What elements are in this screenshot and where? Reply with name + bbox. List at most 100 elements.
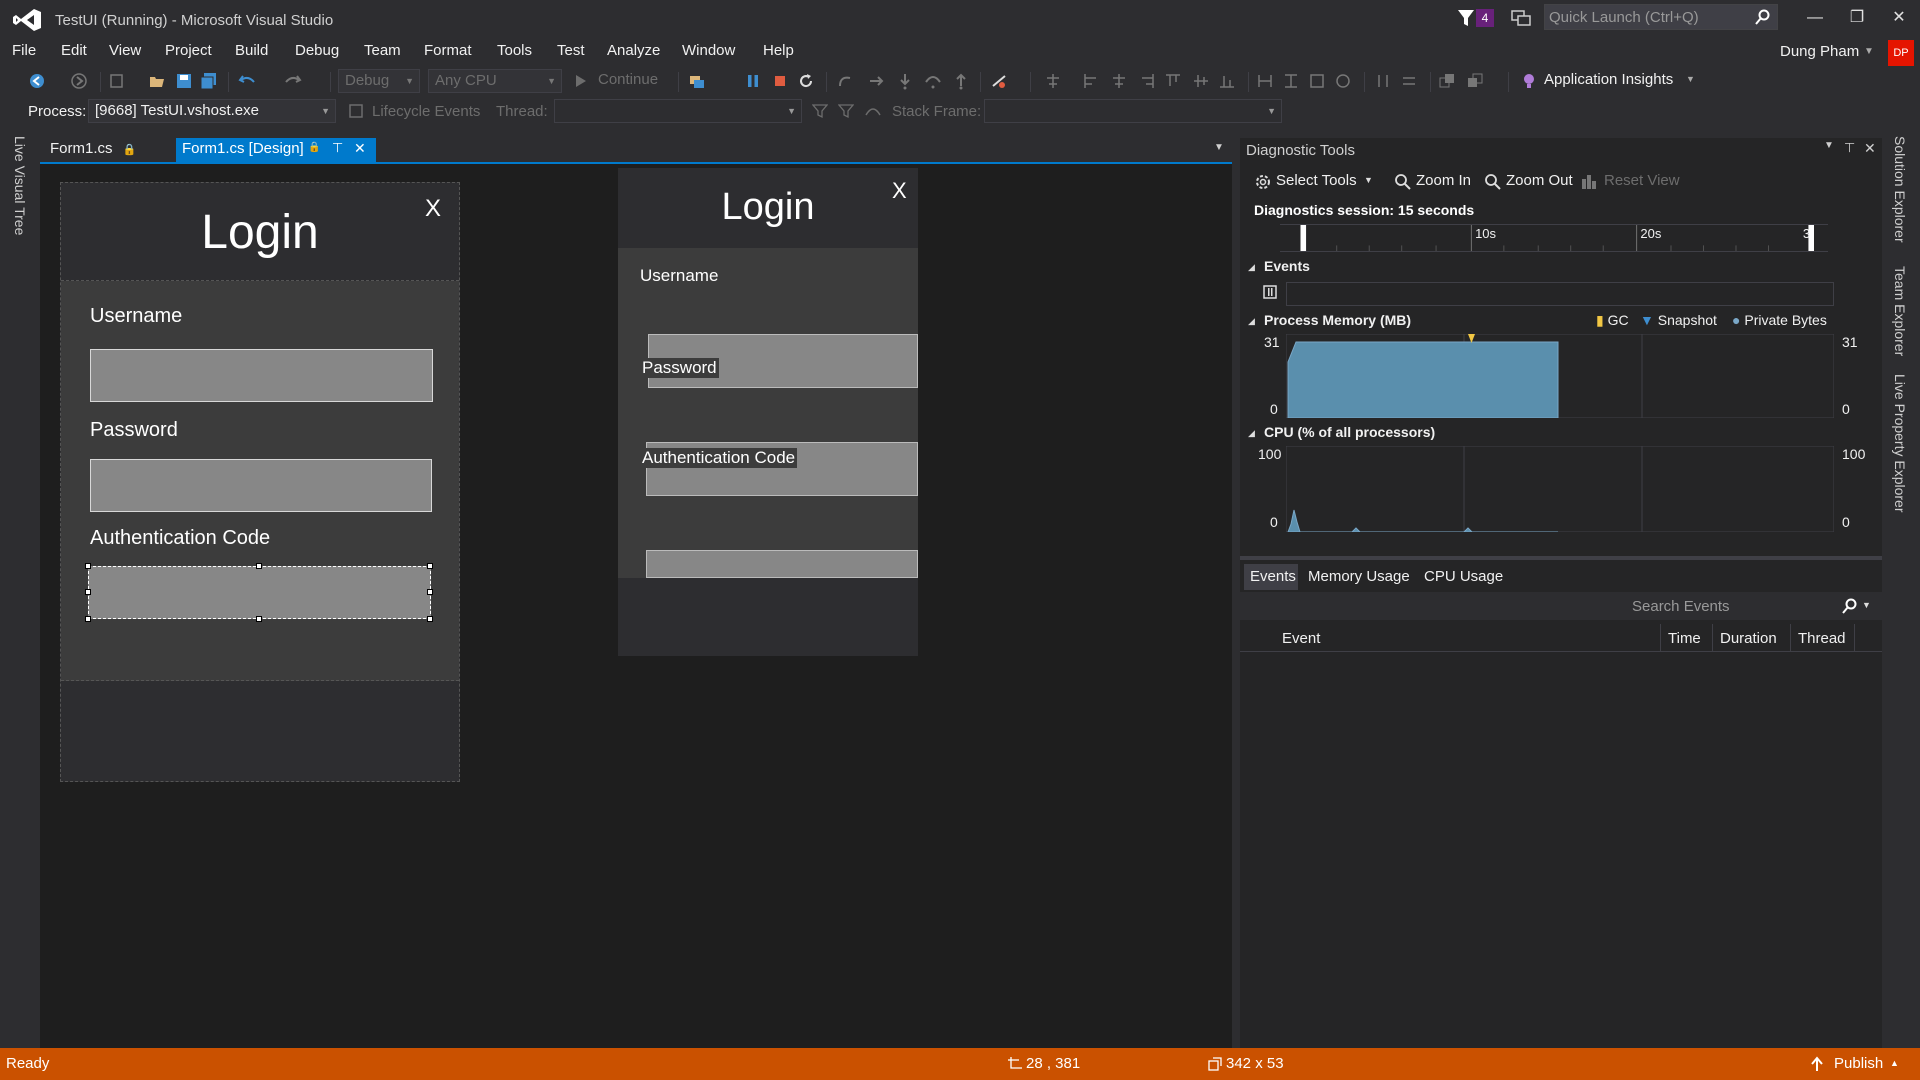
align-middles-icon[interactable] [1192,72,1210,90]
lightbulb-icon[interactable] [1520,72,1538,90]
align-centers-icon[interactable] [1110,72,1128,90]
panel-splitter[interactable] [1240,556,1882,560]
pin-icon[interactable]: ⊤ [332,140,343,156]
close-tab-icon[interactable]: ✕ [354,140,366,157]
publish-button[interactable]: Publish [1834,1055,1883,1072]
reset-view-button[interactable]: Reset View [1604,172,1680,189]
menu-format[interactable]: Format [424,42,472,59]
save-all-icon[interactable] [200,72,218,90]
menu-build[interactable]: Build [235,42,268,59]
process-select[interactable]: [9668] TestUI.vshost.exe ▼ [88,99,336,123]
resize-handle[interactable] [427,616,433,622]
auth-code-field[interactable] [646,550,918,578]
solution-explorer-tab[interactable]: Solution Explorer [1892,136,1908,243]
pin-icon[interactable]: ⊤ [1844,140,1855,156]
live-visual-tree-tab[interactable]: Live Visual Tree [12,136,28,235]
column-thread[interactable]: Thread [1798,630,1846,647]
navigate-forward-icon[interactable] [70,72,88,90]
align-center-icon[interactable] [1044,72,1062,90]
collapse-icon[interactable]: ◢ [1248,428,1255,439]
select-tools-button[interactable]: Select Tools [1276,172,1357,189]
play-icon[interactable] [572,72,590,90]
resize-handle[interactable] [85,589,91,595]
chevron-down-icon[interactable]: ▼ [1862,600,1871,610]
minimize-button[interactable]: — [1800,6,1830,30]
menu-edit[interactable]: Edit [61,42,87,59]
column-divider[interactable] [1712,624,1713,652]
lifecycle-events-icon[interactable] [348,103,364,119]
auth-code-field-selected[interactable] [88,566,431,619]
align-bottoms-icon[interactable] [1218,72,1236,90]
column-divider[interactable] [1660,624,1661,652]
column-time[interactable]: Time [1668,630,1701,647]
configuration-select[interactable]: Debug ▼ [338,69,420,93]
chevron-down-icon[interactable]: ▼ [1864,46,1874,57]
flag-threads-icon[interactable] [838,103,854,119]
pause-icon[interactable] [1262,284,1278,300]
notification-count-badge[interactable]: 4 [1476,9,1494,27]
stack-frame-select[interactable]: ▼ [984,99,1282,123]
step-over-arrow-icon[interactable] [868,72,886,90]
quick-launch-input[interactable]: Quick Launch (Ctrl+Q) [1544,4,1778,30]
column-event[interactable]: Event [1282,630,1320,647]
cpu-usage-graph[interactable] [1286,446,1834,532]
debug-target-icon[interactable] [688,72,706,90]
platform-select[interactable]: Any CPU ▼ [428,69,562,93]
avatar[interactable]: DP [1888,40,1914,66]
zoom-out-button[interactable]: Zoom Out [1506,172,1573,189]
arrow-up-icon[interactable] [1810,1056,1824,1072]
chevron-up-icon[interactable]: ▲ [1890,1058,1899,1068]
align-rights-icon[interactable] [1138,72,1156,90]
login-form-designer[interactable]: Login X Username Password Authentication… [60,182,460,782]
restore-button[interactable]: ❐ [1842,6,1872,30]
undo-icon[interactable] [238,72,256,90]
chevron-down-icon[interactable]: ▼ [1686,74,1695,84]
team-explorer-tab[interactable]: Team Explorer [1892,266,1908,356]
feedback-icon[interactable] [1510,8,1532,28]
menu-window[interactable]: Window [682,42,735,59]
menu-project[interactable]: Project [165,42,212,59]
make-same-width-icon[interactable] [1256,72,1274,90]
user-name[interactable]: Dung Pham [1780,43,1859,60]
form-header-panel[interactable]: Login X [61,183,459,281]
resize-handle[interactable] [85,563,91,569]
bring-to-front-icon[interactable] [1438,72,1456,90]
open-file-icon[interactable] [148,72,166,90]
step-over-icon[interactable] [924,72,942,90]
pause-icon[interactable] [744,72,762,90]
resize-handle[interactable] [427,589,433,595]
form-body-panel[interactable]: Username Password Authentication Code [61,281,459,681]
session-timeline[interactable]: 10s 20s 3 [1280,224,1828,252]
tab-form1-design[interactable]: Form1.cs [Design] 🔒 ⊤ ✕ [176,138,376,162]
tab-cpu-usage[interactable]: CPU Usage [1424,568,1503,585]
collapse-icon[interactable]: ◢ [1248,262,1255,273]
column-divider[interactable] [1854,624,1855,652]
align-lefts-icon[interactable] [1082,72,1100,90]
resize-handle[interactable] [256,563,262,569]
tab-form1-cs[interactable]: Form1.cs 🔒 [44,138,142,162]
save-icon[interactable] [175,72,193,90]
resize-handle[interactable] [427,563,433,569]
make-same-size-icon[interactable] [1308,72,1326,90]
resize-handle[interactable] [85,616,91,622]
align-tops-icon[interactable] [1164,72,1182,90]
size-to-grid-icon[interactable] [1334,72,1352,90]
continue-button[interactable]: Continue [598,71,658,88]
events-track[interactable] [1286,282,1834,306]
vertical-spacing-icon[interactable] [1400,72,1418,90]
live-property-explorer-tab[interactable]: Live Property Explorer [1892,374,1908,513]
column-duration[interactable]: Duration [1720,630,1777,647]
reset-view-icon[interactable] [1580,173,1598,191]
redo-icon[interactable] [284,72,302,90]
form-title[interactable]: Login [61,205,459,260]
process-memory-graph[interactable] [1286,334,1834,418]
password-field[interactable] [90,459,432,512]
make-same-height-icon[interactable] [1282,72,1300,90]
new-project-icon[interactable] [108,72,126,90]
chevron-down-icon[interactable]: ▼ [1214,142,1224,153]
notification-flag-icon[interactable] [1456,8,1478,28]
menu-view[interactable]: View [109,42,141,59]
zoom-in-icon[interactable] [1394,173,1412,191]
close-panel-icon[interactable]: ✕ [1864,140,1876,157]
collapse-icon[interactable]: ◢ [1248,316,1255,327]
